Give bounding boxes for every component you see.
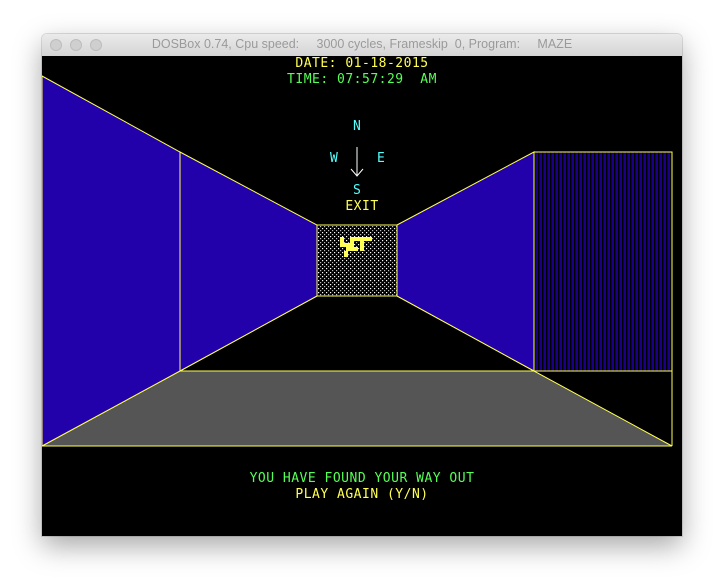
compass-south: S <box>353 183 361 198</box>
exit-door <box>316 224 398 297</box>
play-again-prompt: PLAY AGAIN (Y/N) <box>295 487 429 502</box>
found-message: YOU HAVE FOUND YOUR WAY OUT <box>249 471 475 486</box>
time-display: TIME: 07:57:29 AM <box>287 72 437 87</box>
compass-north: N <box>353 119 361 134</box>
compass-west: W <box>330 151 338 166</box>
title-bar[interactable]: DOSBox 0.74, Cpu speed: 3000 cycles, Fra… <box>42 34 682 57</box>
window-title: DOSBox 0.74, Cpu speed: 3000 cycles, Fra… <box>151 37 573 51</box>
date-display: DATE: 01-18-2015 <box>295 56 429 71</box>
exit-label: EXIT <box>345 199 379 214</box>
right-opening-wall <box>533 151 673 372</box>
game-screen[interactable]: DATE: 01-18-2015 TIME: 07:57:29 AM N W E… <box>42 56 682 536</box>
dosbox-window: DOSBox 0.74, Cpu speed: 3000 cycles, Fra… <box>42 34 682 536</box>
compass-east: E <box>377 151 385 166</box>
maze-view <box>42 75 673 447</box>
